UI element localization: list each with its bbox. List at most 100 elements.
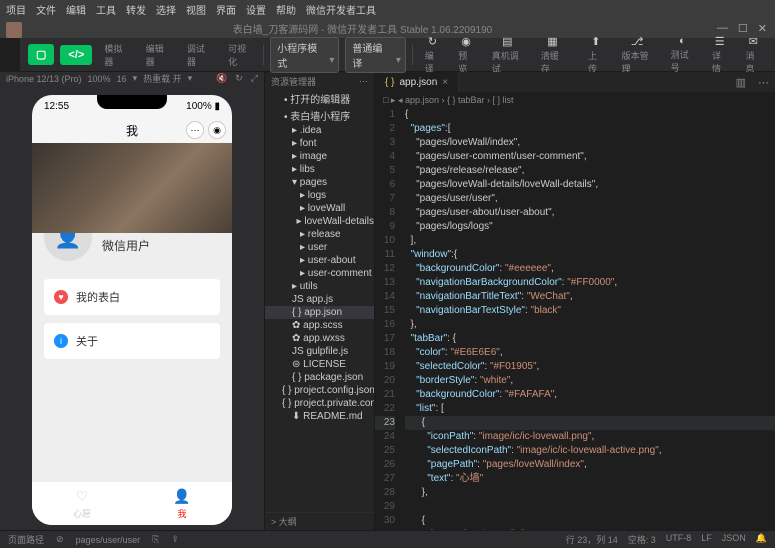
open-editors[interactable]: • 打开的编辑器 (265, 90, 374, 107)
tab-me[interactable]: 👤我 (132, 482, 232, 525)
compile-button[interactable]: ↻编译 (419, 32, 447, 78)
menu-wxdev[interactable]: 微信开发者工具 (306, 2, 376, 17)
phone-battery: 100% ▮ (186, 101, 220, 112)
folder-logs[interactable]: ▸ logs (265, 189, 374, 202)
folder-release[interactable]: ▸ release (265, 228, 374, 241)
status-path[interactable]: pages/user/user (76, 535, 141, 545)
folder-image[interactable]: ▸ image (265, 150, 374, 163)
sim-detach-icon[interactable]: ⤢ (251, 73, 258, 84)
status-position[interactable]: 行 23，列 14 (566, 533, 618, 546)
menu-edit[interactable]: 编辑 (66, 2, 86, 17)
realdev-button[interactable]: ▤真机调试 (486, 32, 529, 78)
status-lang[interactable]: JSON (722, 533, 746, 546)
folder-user-comment[interactable]: ▸ user-comment (265, 267, 374, 280)
code-editor[interactable]: 1234567891011121314151617181920212223242… (375, 108, 775, 530)
preview-button[interactable]: ◉预览 (452, 32, 480, 78)
menu-view[interactable]: 视图 (186, 2, 206, 17)
editor-more-icon[interactable]: ⋯ (752, 76, 775, 89)
folder-idea[interactable]: ▸ .idea (265, 124, 374, 137)
status-eol[interactable]: LF (701, 533, 712, 546)
status-bell-icon[interactable]: 🔔 (756, 533, 767, 546)
compile-mode-select[interactable]: 普通编译 (345, 37, 405, 73)
folder-font[interactable]: ▸ font (265, 137, 374, 150)
sim-mute-icon[interactable]: 🔇 (216, 73, 227, 84)
editor-label[interactable]: 编辑器 (140, 39, 175, 71)
file-app-js[interactable]: JS app.js (265, 293, 374, 306)
version-button[interactable]: ⎇版本管理 (616, 32, 659, 78)
file-app-json[interactable]: { } app.json (265, 306, 374, 319)
tabbar: ♡心愿 👤我 (32, 481, 232, 525)
statusbar: 页面路径⊘ pages/user/user ⎘ ⇪ 行 23，列 14 空格: … (0, 530, 775, 548)
tab-wall[interactable]: ♡心愿 (32, 482, 132, 525)
status-spaces[interactable]: 空格: 3 (628, 533, 656, 546)
sim-roll-icon[interactable]: ↻ (235, 73, 243, 84)
file-readme[interactable]: ⬇ README.md (265, 410, 374, 423)
outline-section[interactable]: > 大纲 (265, 512, 374, 530)
zoom-select[interactable]: 100% (88, 74, 111, 84)
capsule-menu-icon[interactable]: ⋯ (186, 121, 204, 139)
menu-select[interactable]: 选择 (156, 2, 176, 17)
detail-button[interactable]: ☰详情 (706, 32, 734, 78)
editor-panel: { }app.json× ▥ ⋯ □ ▸ ◂ app.json › { } ta… (375, 72, 775, 530)
phone-simulator[interactable]: 12:55 100% ▮ 我 ⋯◉ 👤 微信用户 ♥我的表白 i关于 (32, 95, 232, 525)
folder-lovewall[interactable]: ▸ loveWall (265, 202, 374, 215)
phone-time: 12:55 (44, 101, 69, 112)
folder-pages[interactable]: ▾ pages (265, 176, 374, 189)
simulator-panel: iPhone 12/13 (Pro) 100% 16▾ 热重载 开▾ 🔇↻⤢ 1… (0, 72, 265, 530)
folder-user[interactable]: ▸ user (265, 241, 374, 254)
file-app-wxss[interactable]: ✿ app.wxss (265, 332, 374, 345)
breadcrumb[interactable]: □ ▸ ◂ app.json › { } tabBar › [ ] list (375, 92, 775, 108)
editor-button[interactable]: </> (60, 45, 92, 65)
project-root[interactable]: • 表白墙小程序 (265, 107, 374, 124)
folder-utils[interactable]: ▸ utils (265, 280, 374, 293)
simulator-label[interactable]: 模拟器 (98, 39, 133, 71)
explorer-title: 资源管理器 (271, 75, 316, 88)
file-license[interactable]: ⊜ LICENSE (265, 358, 374, 371)
capsule-close-icon[interactable]: ◉ (208, 121, 226, 139)
menu-help[interactable]: 帮助 (276, 2, 296, 17)
username: 微信用户 (102, 237, 150, 254)
visualize-button[interactable]: 可视化 (222, 39, 257, 71)
menu-tools[interactable]: 工具 (96, 2, 116, 17)
tab-close-icon[interactable]: × (442, 77, 448, 88)
heart-icon: ♥ (54, 290, 68, 304)
split-icon[interactable]: ▥ (730, 76, 752, 89)
debugger-button[interactable]: 调试器 (181, 39, 216, 71)
user-avatar-icon[interactable] (6, 22, 22, 38)
file-project-private[interactable]: { } project.private.config.js... (265, 397, 374, 410)
menu-settings[interactable]: 设置 (246, 2, 266, 17)
upload-button[interactable]: ⬆上传 (582, 32, 610, 78)
menu-forward[interactable]: 转发 (126, 2, 146, 17)
folder-user-about[interactable]: ▸ user-about (265, 254, 374, 267)
folder-libs[interactable]: ▸ libs (265, 163, 374, 176)
menu-ui[interactable]: 界面 (216, 2, 236, 17)
clear-button[interactable]: ▦清缓存 (535, 32, 570, 78)
simulator-button[interactable]: ▢ (28, 44, 54, 65)
menu-project[interactable]: 项目 (6, 2, 26, 17)
menubar: 项目 文件 编辑 工具 转发 选择 视图 界面 设置 帮助 微信开发者工具 (0, 0, 775, 18)
file-project-config[interactable]: { } project.config.json (265, 384, 374, 397)
titlebar: 表白墙_刀客源码网 - 微信开发者工具 Stable 1.06.2209190 … (0, 18, 775, 38)
status-encoding[interactable]: UTF-8 (666, 533, 692, 546)
menu-file[interactable]: 文件 (36, 2, 56, 17)
mode-select[interactable]: 小程序模式 (270, 37, 339, 73)
my-confession-item[interactable]: ♥我的表白 (44, 279, 220, 315)
explorer-more-icon[interactable]: ⋯ (359, 76, 368, 87)
font-select[interactable]: 16 (117, 74, 127, 84)
msg-button[interactable]: ✉消息 (739, 32, 767, 78)
file-package-json[interactable]: { } package.json (265, 371, 374, 384)
page-title: 我 (126, 122, 138, 139)
hotreload-toggle[interactable]: 热重载 开 (143, 72, 182, 85)
person-icon: 👤 (173, 488, 190, 505)
explorer-panel: 资源管理器 ⋯ • 打开的编辑器• 表白墙小程序▸ .idea▸ font▸ im… (265, 72, 375, 530)
status-share-icon[interactable]: ⇪ (171, 534, 179, 545)
file-app-scss[interactable]: ✿ app.scss (265, 319, 374, 332)
device-select[interactable]: iPhone 12/13 (Pro) (6, 74, 82, 84)
folder-lovewall-details[interactable]: ▸ loveWall-details (265, 215, 374, 228)
about-item[interactable]: i关于 (44, 323, 220, 359)
file-gulpfile[interactable]: JS gulpfile.js (265, 345, 374, 358)
phone-notch (97, 95, 167, 109)
test-button[interactable]: ◐测试号 (665, 32, 700, 77)
status-copy-icon[interactable]: ⎘ (152, 534, 159, 545)
editor-tab-appjson[interactable]: { }app.json× (375, 72, 459, 92)
